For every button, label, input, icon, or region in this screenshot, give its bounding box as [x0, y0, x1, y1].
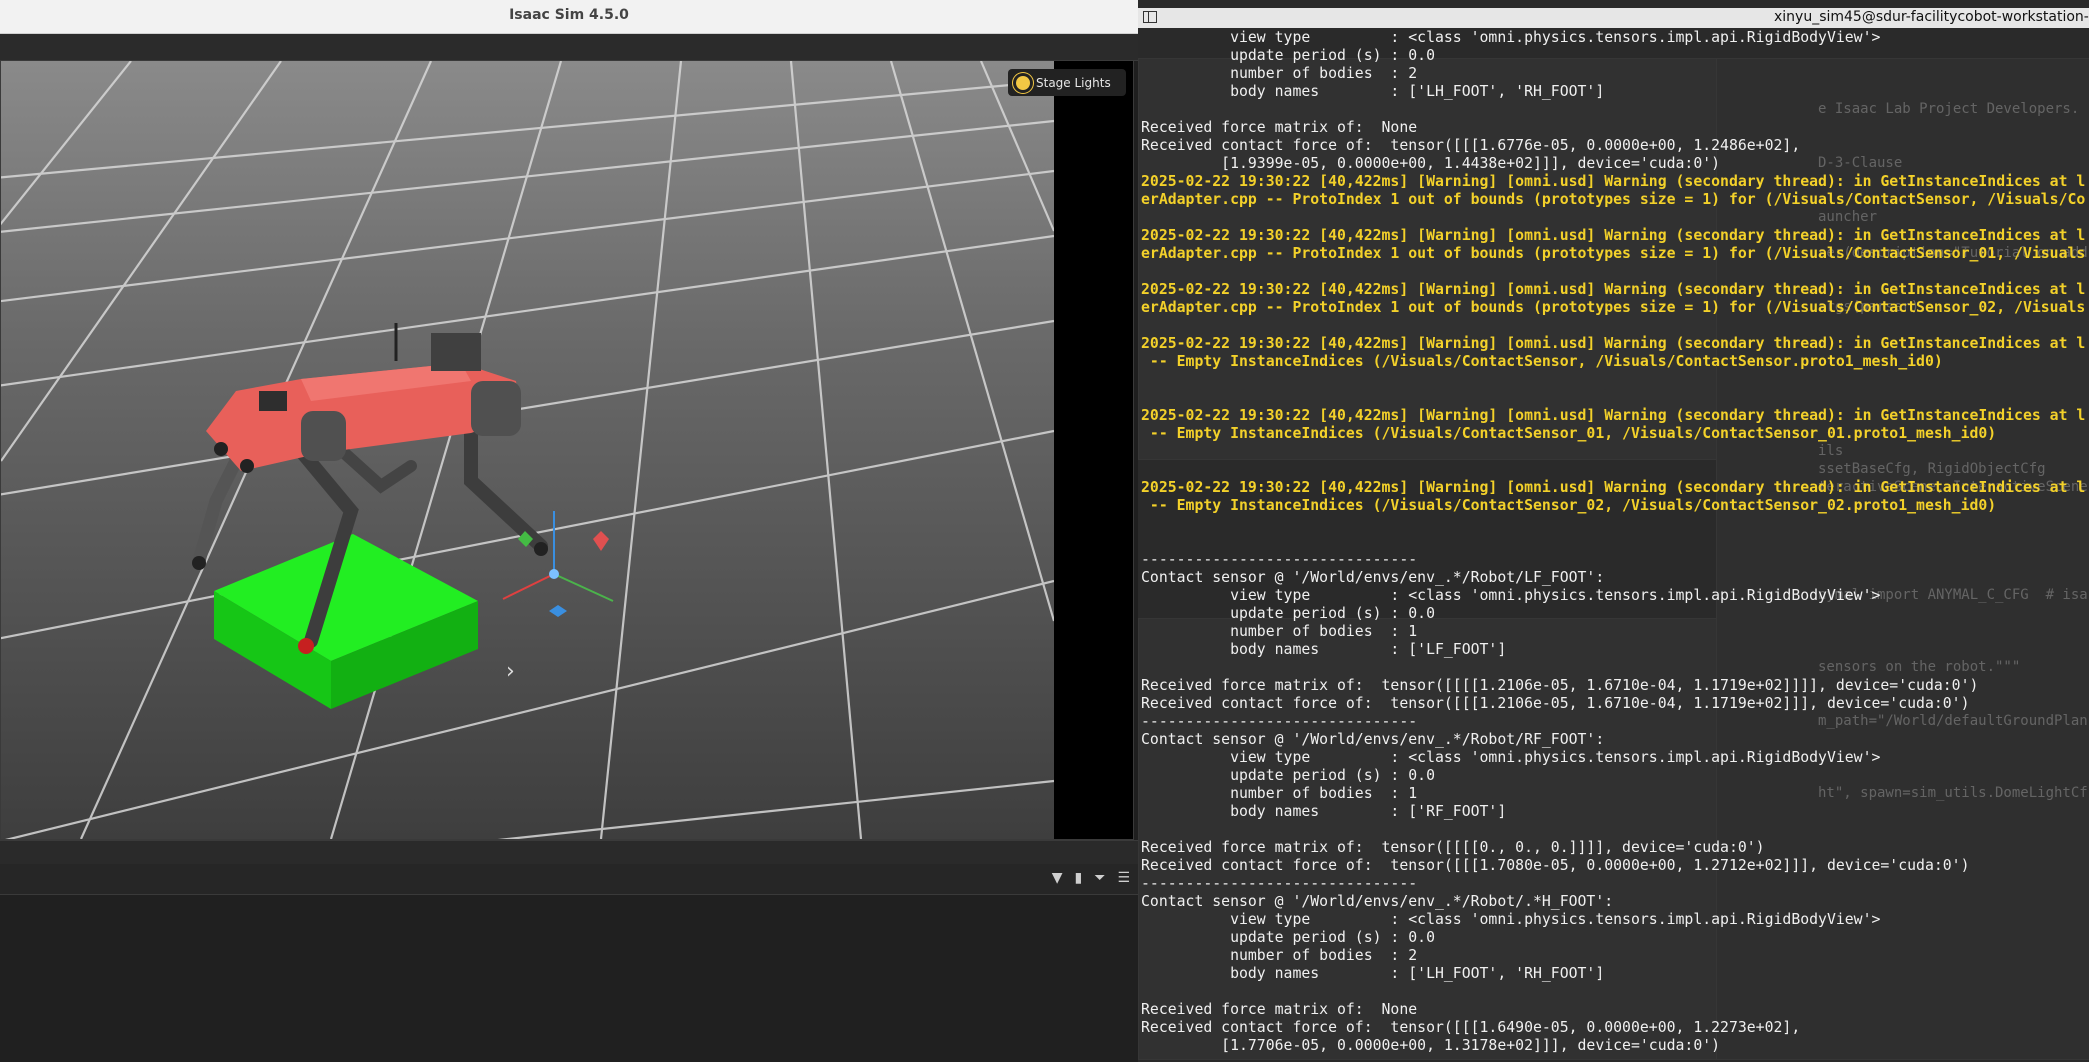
terminal-line: update period (s) : 0.0	[1141, 767, 1435, 784]
terminal-line: number of bodies : 2	[1141, 65, 1418, 82]
terminal-line: update period (s) : 0.0	[1141, 47, 1435, 64]
terminal-line: Received force matrix of: None	[1141, 1001, 1418, 1018]
terminal-line: [1.7706e-05, 0.0000e+00, 1.3178e+02]]], …	[1141, 1037, 1721, 1054]
terminal-warning-line: 2025-02-22 19:30:22 [40,422ms] [Warning]…	[1141, 281, 2086, 298]
terminal-title: xinyu_sim45@sdur-facilitycobot-workstati…	[1774, 9, 2089, 25]
menu-icon[interactable]: ☰	[1117, 870, 1130, 886]
isaac-menubar[interactable]	[0, 34, 1138, 61]
isaac-sim-window: Isaac Sim 4.5.0 › Stage Lights ▼ ▮ ⏷ ☰	[0, 0, 1138, 1062]
terminal-warning-line: -- Empty InstanceIndices (/Visuals/Conta…	[1141, 353, 1943, 370]
viewport[interactable]: › Stage Lights	[0, 60, 1134, 840]
terminal-line: Contact sensor @ '/World/envs/env_.*/Rob…	[1141, 569, 1605, 586]
terminal-line: -------------------------------	[1141, 551, 1418, 568]
bottom-toolbar-icons: ▼ ▮ ⏷ ☰	[1052, 870, 1130, 886]
terminal-line: Received contact force of: tensor([[[1.7…	[1141, 857, 1970, 874]
terminal-line: -------------------------------	[1141, 713, 1418, 730]
terminal-line: Contact sensor @ '/World/envs/env_.*/Rob…	[1141, 731, 1605, 748]
terminal-line: body names : ['RF_FOOT']	[1141, 803, 1507, 820]
terminal-line: Received contact force of: tensor([[[1.2…	[1141, 695, 1970, 712]
terminal-line: update period (s) : 0.0	[1141, 605, 1435, 622]
terminal-line: view type : <class 'omni.physics.tensors…	[1141, 911, 1881, 928]
terminal-line: Received force matrix of: tensor([[[[1.2…	[1141, 677, 1979, 694]
terminal-warning-line: 2025-02-22 19:30:22 [40,422ms] [Warning]…	[1141, 227, 2086, 244]
terminal-warning-line: -- Empty InstanceIndices (/Visuals/Conta…	[1141, 497, 1997, 514]
terminal-warning-line: 2025-02-22 19:30:22 [40,422ms] [Warning]…	[1141, 173, 2086, 190]
filter-icon[interactable]: ⏷	[1094, 870, 1105, 886]
terminal-line: Contact sensor @ '/World/envs/env_.*/Rob…	[1141, 893, 1614, 910]
terminal-menu-icon[interactable]	[1143, 11, 1157, 23]
terminal-line: body names : ['LH_FOOT', 'RH_FOOT']	[1141, 965, 1605, 982]
terminal-line: number of bodies : 1	[1141, 785, 1418, 802]
terminal-line: [1.9399e-05, 0.0000e+00, 1.4438e+02]]], …	[1141, 155, 1721, 172]
viewport-right-bar	[1054, 61, 1133, 839]
stage-lights-label: Stage Lights	[1036, 75, 1111, 90]
isaac-window-title: Isaac Sim 4.5.0	[509, 7, 629, 23]
panel-divider[interactable]	[0, 840, 1138, 865]
viewport-chevron-icon[interactable]: ›	[506, 659, 515, 684]
terminal-titlebar: xinyu_sim45@sdur-facilitycobot-workstati…	[1138, 8, 2089, 28]
sun-icon	[1016, 75, 1030, 90]
terminal-line: Received contact force of: tensor([[[1.6…	[1141, 1019, 1801, 1036]
terminal-line: number of bodies : 2	[1141, 947, 1418, 964]
terminal-window[interactable]: xinyu_sim45@sdur-facilitycobot-workstati…	[1138, 0, 2089, 1062]
terminal-line: Received force matrix of: tensor([[[[0.,…	[1141, 839, 1765, 856]
dropdown-arrow-icon[interactable]: ▼	[1052, 870, 1063, 886]
bookmark-icon[interactable]: ▮	[1075, 870, 1083, 886]
terminal-warning-line: -- Empty InstanceIndices (/Visuals/Conta…	[1141, 425, 1997, 442]
terminal-line: -------------------------------	[1141, 875, 1418, 892]
terminal-line: Received force matrix of: None	[1141, 119, 1418, 136]
bottom-toolbar: ▼ ▮ ⏷ ☰	[0, 864, 1138, 895]
terminal-warning-line: 2025-02-22 19:30:22 [40,422ms] [Warning]…	[1141, 407, 2086, 424]
bottom-panel	[0, 895, 1138, 1062]
terminal-line: update period (s) : 0.0	[1141, 929, 1435, 946]
stage-lights-button[interactable]: Stage Lights	[1008, 69, 1126, 96]
terminal-output[interactable]: view type : <class 'omni.physics.tensors…	[1141, 29, 2089, 1055]
isaac-titlebar: Isaac Sim 4.5.0	[0, 0, 1138, 34]
viewport-scene[interactable]: ›	[1, 61, 1054, 839]
terminal-line: view type : <class 'omni.physics.tensors…	[1141, 749, 1881, 766]
terminal-line: view type : <class 'omni.physics.tensors…	[1141, 29, 1881, 46]
terminal-line: number of bodies : 1	[1141, 623, 1418, 640]
terminal-line: view type : <class 'omni.physics.tensors…	[1141, 587, 1881, 604]
terminal-warning-line: erAdapter.cpp -- ProtoIndex 1 out of bou…	[1141, 245, 2086, 262]
terminal-line: body names : ['LH_FOOT', 'RH_FOOT']	[1141, 83, 1605, 100]
terminal-line: body names : ['LF_FOOT']	[1141, 641, 1507, 658]
terminal-warning-line: 2025-02-22 19:30:22 [40,422ms] [Warning]…	[1141, 335, 2086, 352]
terminal-warning-line: erAdapter.cpp -- ProtoIndex 1 out of bou…	[1141, 299, 2086, 316]
terminal-warning-line: 2025-02-22 19:30:22 [40,422ms] [Warning]…	[1141, 479, 2086, 496]
terminal-line: Received contact force of: tensor([[[1.6…	[1141, 137, 1801, 154]
terminal-warning-line: erAdapter.cpp -- ProtoIndex 1 out of bou…	[1141, 191, 2086, 208]
